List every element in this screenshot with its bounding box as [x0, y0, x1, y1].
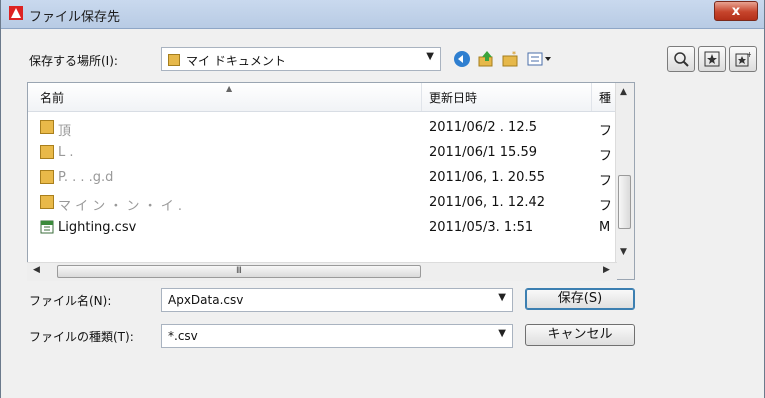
vertical-scrollbar[interactable]: ▲ ▼: [615, 83, 634, 279]
favorites-button[interactable]: [698, 46, 726, 72]
csv-file-icon: [40, 220, 54, 234]
chevron-down-icon[interactable]: ▼: [498, 292, 506, 303]
chevron-down-icon: ▼: [498, 328, 506, 339]
column-divider[interactable]: [421, 83, 422, 111]
item-modified: 2011/06/1 15.59: [429, 145, 538, 160]
list-item[interactable]: P. . . .g.d 2011/06, 1. 20.55 フ: [28, 165, 617, 189]
column-header-type[interactable]: 種: [599, 89, 611, 106]
close-button[interactable]: x: [714, 1, 758, 21]
favorites-icon: [704, 51, 720, 67]
folder-icon: [40, 170, 54, 184]
item-name: Lighting.csv: [58, 220, 137, 235]
filetype-value: *.csv: [168, 329, 198, 343]
folder-icon: [168, 54, 180, 66]
horizontal-scrollbar[interactable]: ◀ III ▶: [27, 262, 617, 281]
add-favorite-button[interactable]: +: [729, 46, 757, 72]
vertical-scroll-thumb[interactable]: [618, 175, 631, 229]
item-type: M: [599, 220, 611, 235]
column-header-name[interactable]: 名前: [40, 89, 64, 106]
folder-icon: [40, 195, 54, 209]
save-location-value: マイ ドキュメント: [186, 54, 286, 68]
item-modified: 2011/05/3. 1:51: [429, 220, 534, 235]
file-list: 名前 ▲ 更新日時 種 頂 2011/06/2 . 12.5 フ L . 201…: [27, 82, 635, 280]
horizontal-scroll-thumb[interactable]: III: [57, 265, 421, 278]
title-bar: ファイル保存先 x: [1, 0, 764, 29]
folder-icon: [40, 120, 54, 134]
scroll-grip-icon: III: [236, 266, 242, 276]
item-modified: 2011/06/2 . 12.5: [429, 120, 537, 135]
item-name: 頂: [58, 124, 72, 139]
filename-value: ApxData.csv: [168, 293, 244, 307]
scroll-left-icon[interactable]: ◀: [33, 265, 40, 275]
dialog-title: ファイル保存先: [29, 10, 121, 25]
scroll-right-icon[interactable]: ▶: [603, 265, 610, 275]
item-type: フ: [599, 149, 613, 164]
sort-ascending-icon: ▲: [226, 84, 233, 93]
item-type: フ: [599, 199, 613, 214]
list-item[interactable]: マ イ ン ・ ン ・ イ . 2011/06, 1. 12.42 フ: [28, 190, 617, 214]
svg-text:*: *: [512, 50, 516, 59]
back-icon[interactable]: [453, 50, 471, 68]
scroll-down-icon[interactable]: ▼: [620, 247, 627, 257]
item-name: L .: [58, 145, 74, 160]
cancel-button[interactable]: キャンセル: [525, 324, 635, 346]
list-header: 名前 ▲ 更新日時 種: [28, 83, 617, 112]
svg-text:+: +: [746, 51, 751, 59]
chevron-down-icon: ▼: [426, 51, 434, 62]
new-folder-icon[interactable]: *: [501, 50, 519, 68]
list-item[interactable]: L . 2011/06/1 15.59 フ: [28, 140, 617, 164]
column-divider[interactable]: [591, 83, 592, 111]
add-favorite-icon: +: [735, 51, 751, 67]
app-logo-icon: [9, 6, 23, 20]
filetype-label: ファイルの種類(T):: [29, 330, 134, 344]
search-button[interactable]: [667, 46, 695, 72]
filename-input[interactable]: ApxData.csv ▼: [161, 288, 513, 312]
item-type: フ: [599, 174, 613, 189]
find-icon: [674, 52, 689, 67]
save-button[interactable]: 保存(S): [525, 288, 635, 310]
save-dialog: ファイル保存先 x 保存する場所(I): マイ ドキュメント ▼ * + 名前 …: [0, 0, 765, 398]
filename-label: ファイル名(N):: [29, 294, 112, 308]
item-type: フ: [599, 124, 613, 139]
save-location-label: 保存する場所(I):: [29, 54, 118, 68]
filetype-dropdown[interactable]: *.csv ▼: [161, 324, 513, 348]
up-folder-icon[interactable]: [477, 50, 495, 68]
save-location-dropdown[interactable]: マイ ドキュメント ▼: [161, 47, 441, 71]
folder-icon: [40, 145, 54, 159]
scroll-up-icon[interactable]: ▲: [620, 87, 627, 97]
list-item[interactable]: Lighting.csv 2011/05/3. 1:51 M: [28, 215, 617, 239]
views-menu-icon[interactable]: [527, 50, 555, 68]
column-header-modified[interactable]: 更新日時: [429, 89, 477, 106]
item-name: マ イ ン ・ ン ・ イ .: [58, 199, 183, 214]
item-name: P. . . .g.d: [58, 170, 114, 185]
item-modified: 2011/06, 1. 12.42: [429, 195, 546, 210]
list-item[interactable]: 頂 2011/06/2 . 12.5 フ: [28, 115, 617, 139]
item-modified: 2011/06, 1. 20.55: [429, 170, 546, 185]
